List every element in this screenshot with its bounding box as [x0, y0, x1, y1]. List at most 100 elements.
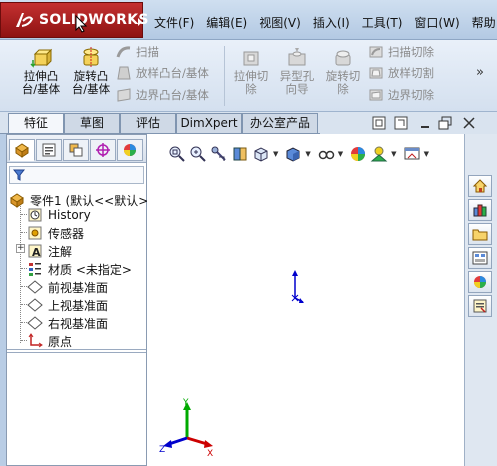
- restore-icon[interactable]: [438, 116, 452, 130]
- heads-up-view-toolbar: ▼ ▼ ▼ ▼ ▼: [168, 143, 432, 165]
- view-settings-icon[interactable]: [403, 145, 421, 163]
- menu-tools[interactable]: 工具(T): [358, 14, 407, 32]
- cascade-windows-icon[interactable]: [394, 116, 408, 130]
- solidworks-resources-button[interactable]: [468, 175, 492, 197]
- boundary-cut-icon: [369, 89, 383, 101]
- menu-bar: 文件(F) 编辑(E) 视图(V) 插入(I) 工具(T) 窗口(W) 帮助: [150, 14, 497, 32]
- tree-item-label: History: [48, 208, 91, 222]
- chevron-down-icon[interactable]: ▼: [424, 150, 429, 158]
- dimxpertmanager-tab[interactable]: [90, 139, 116, 161]
- tree-item-label: 注解: [48, 244, 73, 259]
- close-icon[interactable]: [462, 116, 476, 130]
- panel-divider: [7, 352, 146, 353]
- menu-help[interactable]: 帮助: [468, 14, 497, 32]
- extrude-boss-label: 拉伸凸 台/基体: [21, 69, 61, 96]
- tree-filter[interactable]: [9, 166, 144, 184]
- tree-item-history[interactable]: History: [27, 206, 91, 224]
- swept-cut-icon: [369, 46, 383, 58]
- extrude-cut-button[interactable]: 拉伸切 除: [228, 44, 274, 96]
- annotations-expander[interactable]: +: [16, 244, 25, 253]
- loft-boss-button[interactable]: 放样凸台/基体: [116, 65, 209, 81]
- tab-features[interactable]: 特征: [8, 113, 64, 134]
- apply-scene-icon[interactable]: [370, 145, 388, 163]
- boundary-cut-button[interactable]: 边界切除: [368, 87, 434, 103]
- tree-item-right-plane[interactable]: 右视基准面: [27, 314, 108, 332]
- edit-appearance-icon[interactable]: [349, 145, 367, 163]
- sweep-button[interactable]: 扫描: [116, 44, 159, 60]
- mouse-pointer-icon: [75, 15, 88, 33]
- chevron-down-icon[interactable]: ▼: [338, 150, 343, 158]
- task-pane: [464, 134, 497, 466]
- revolve-boss-button[interactable]: 旋转凸 台/基体: [66, 44, 116, 96]
- previous-view-icon[interactable]: [210, 145, 228, 163]
- minimize-icon[interactable]: [418, 116, 432, 130]
- hole-wizard-button[interactable]: 异型孔 向导: [274, 44, 320, 96]
- displaymanager-tab[interactable]: [117, 139, 143, 161]
- toolbar-separator: [224, 46, 225, 106]
- tree-item-origin[interactable]: 原点: [27, 332, 72, 350]
- menu-window[interactable]: 窗口(W): [410, 14, 463, 32]
- tree-item-sensors[interactable]: 传感器: [27, 224, 84, 242]
- custom-properties-button[interactable]: [468, 295, 492, 317]
- solidworks-logo[interactable]: SOLIDWORKS: [0, 2, 148, 38]
- menu-edit[interactable]: 编辑(E): [202, 14, 251, 32]
- chevron-down-icon[interactable]: ▼: [391, 150, 396, 158]
- file-explorer-button[interactable]: [468, 223, 492, 245]
- tree-item-material[interactable]: 材质 <未指定>: [27, 260, 132, 278]
- history-icon: [28, 208, 42, 222]
- tree-item-top-plane[interactable]: 上视基准面: [27, 296, 108, 314]
- appearance-icon: [474, 276, 486, 288]
- hole-wizard-icon: [288, 48, 306, 66]
- manager-pane: 零件1 (默认<<默认> History 传感器 + A 注解 材质 <未指定>…: [6, 134, 148, 466]
- hide-show-items-icon[interactable]: [317, 145, 335, 163]
- propertymanager-tab[interactable]: [36, 139, 62, 161]
- extrude-cut-icon: [243, 51, 259, 66]
- tree-item-annotations[interactable]: A 注解: [27, 242, 72, 260]
- featuremanager-tab[interactable]: [9, 139, 35, 161]
- menu-view[interactable]: 视图(V): [255, 14, 305, 32]
- material-icon: [29, 263, 41, 276]
- view-palette-button[interactable]: [468, 247, 492, 269]
- chevron-down-icon[interactable]: ▼: [273, 150, 278, 158]
- filter-icon: [13, 169, 25, 181]
- appearances-button[interactable]: [468, 271, 492, 293]
- tab-sketch[interactable]: 草图: [64, 113, 120, 133]
- sensor-icon: [28, 226, 42, 240]
- command-tabs: 特征 草图 评估 DimXpert 办公室产品: [0, 112, 497, 134]
- revolve-cut-button[interactable]: 旋转切 除: [320, 44, 366, 96]
- graphics-area[interactable]: Y X Z: [147, 134, 464, 466]
- zoom-to-area-icon[interactable]: [189, 145, 207, 163]
- extrude-boss-button[interactable]: 拉伸凸 台/基体: [14, 44, 68, 96]
- boundary-icon: [117, 88, 131, 102]
- menu-file[interactable]: 文件(F): [150, 14, 198, 32]
- tab-office-products[interactable]: 办公室产品: [242, 113, 318, 133]
- revolve-boss-label: 旋转凸 台/基体: [71, 69, 111, 96]
- section-view-icon[interactable]: [231, 145, 249, 163]
- more-commands-chevron[interactable]: »: [476, 65, 484, 80]
- logo-text: SOLIDWORKS: [39, 12, 149, 28]
- design-library-button[interactable]: [468, 199, 492, 221]
- tab-dimxpert[interactable]: DimXpert: [176, 113, 242, 133]
- boundary-boss-button[interactable]: 边界凸台/基体: [116, 87, 209, 103]
- chevron-down-icon[interactable]: ▼: [305, 150, 310, 158]
- tab-evaluate[interactable]: 评估: [120, 113, 176, 133]
- triad-y-label: Y: [182, 398, 189, 408]
- display-manager-icon: [124, 144, 136, 156]
- menu-insert[interactable]: 插入(I): [309, 14, 354, 32]
- swept-cut-button[interactable]: 扫描切除: [368, 44, 434, 60]
- view-orientation-icon[interactable]: [252, 145, 270, 163]
- loft-icon: [117, 66, 131, 80]
- lofted-cut-button[interactable]: 放样切割: [368, 65, 434, 81]
- boundary-boss-label: 边界凸台/基体: [136, 88, 209, 102]
- lofted-cut-icon: [369, 67, 383, 79]
- menu-expand-arrow-icon[interactable]: [137, 17, 143, 27]
- panel-divider: [7, 349, 146, 350]
- tree-item-front-plane[interactable]: 前视基准面: [27, 278, 108, 296]
- manager-tabs: [7, 135, 146, 163]
- tile-windows-icon[interactable]: [372, 116, 386, 130]
- configurationmanager-tab[interactable]: [63, 139, 89, 161]
- display-style-icon[interactable]: [284, 145, 302, 163]
- lofted-cut-label: 放样切割: [388, 66, 434, 80]
- tree-item-label: 传感器: [48, 226, 85, 241]
- zoom-to-fit-icon[interactable]: [168, 145, 186, 163]
